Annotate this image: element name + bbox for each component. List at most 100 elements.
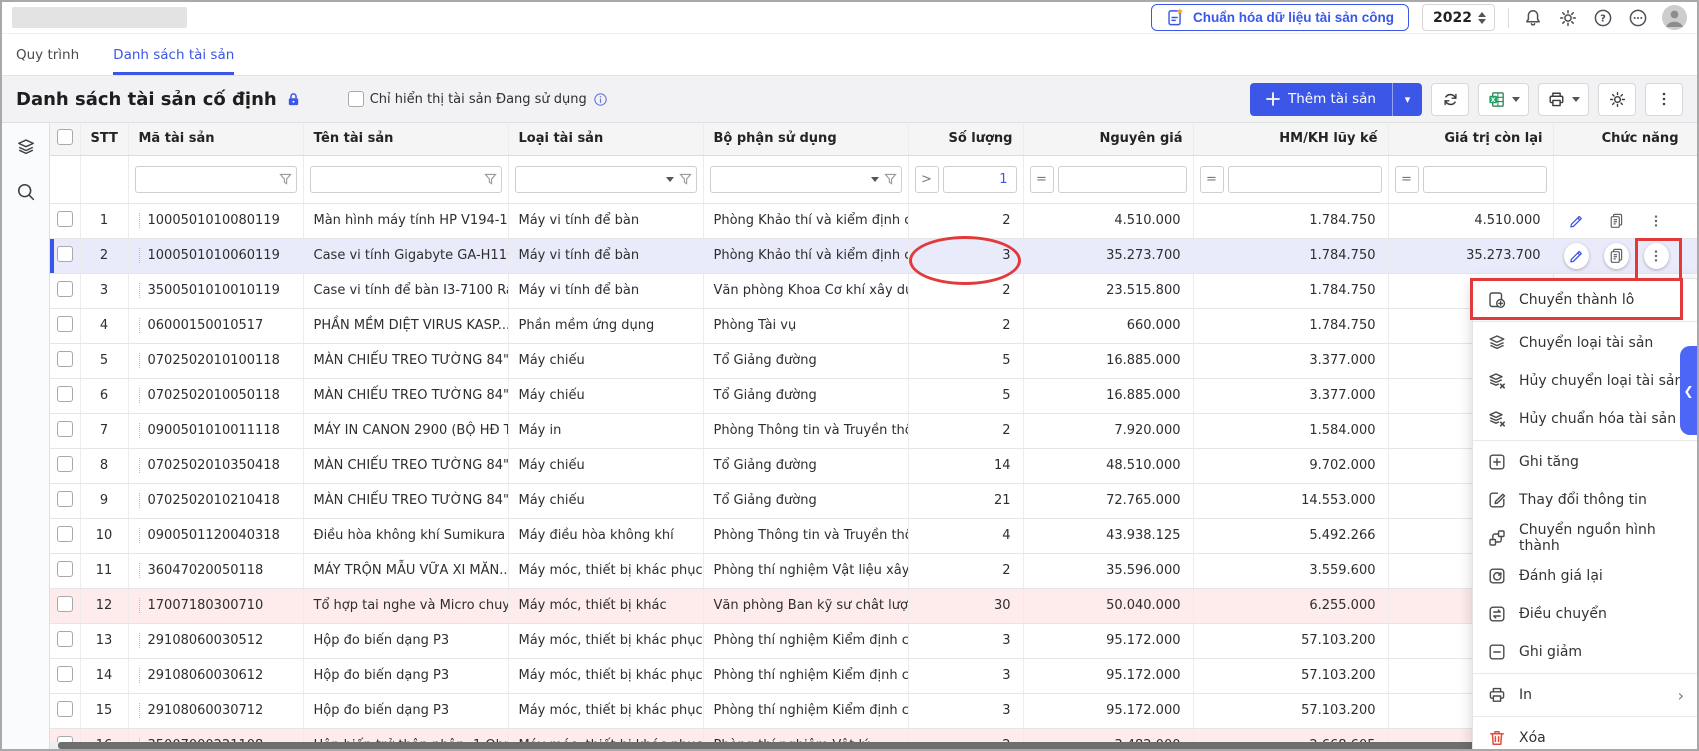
row-checkbox[interactable] xyxy=(57,526,73,542)
remaining-operator[interactable]: = xyxy=(1395,166,1419,193)
table-row[interactable]: 6 0702502010050118 MÀN CHIẾU TREO TƯỜNG … xyxy=(50,378,1697,413)
table-row[interactable]: 10 0900501120040318 Điều hòa không khí S… xyxy=(50,518,1697,553)
column-header-cost[interactable]: Nguyên giá xyxy=(1023,123,1193,155)
tab-quy-trinh[interactable]: Quy trình xyxy=(16,34,79,75)
tab-danh-sach-tai-san[interactable]: Danh sách tài sản xyxy=(113,34,234,75)
notifications-bell-icon[interactable] xyxy=(1522,7,1544,29)
row-dept: Văn phòng Khoa Cơ khí xây dự... xyxy=(703,273,908,308)
scrollbar-thumb[interactable] xyxy=(58,742,1685,749)
horizontal-scrollbar[interactable] xyxy=(50,742,1697,749)
more-horizontal-icon[interactable] xyxy=(1627,7,1649,29)
table-row[interactable]: 12 17007180300710 Tổ hợp tai nghe và Mic… xyxy=(50,588,1697,623)
table-row[interactable]: 7 0900501010011118 MÁY IN CANON 2900 (BỘ… xyxy=(50,413,1697,448)
column-header-name[interactable]: Tên tài sản xyxy=(303,123,508,155)
refresh-button[interactable] xyxy=(1431,83,1469,116)
table-row[interactable]: 2 1000501010060119 Case vi tính Gigabyte… xyxy=(50,238,1697,273)
column-header-qty[interactable]: Số lượng xyxy=(908,123,1023,155)
table-row[interactable]: 11 36047020050118 MÁY TRỘN MẪU VỮA XI MĂ… xyxy=(50,553,1697,588)
cost-operator[interactable]: = xyxy=(1030,166,1054,193)
table-row[interactable]: 9 0702502010210418 MÀN CHIẾU TREO TƯỜNG … xyxy=(50,483,1697,518)
chevron-down-icon[interactable] xyxy=(871,177,879,182)
row-checkbox[interactable] xyxy=(57,491,73,507)
settings-gear-icon[interactable] xyxy=(1557,7,1579,29)
filter-remaining-input[interactable] xyxy=(1423,166,1547,193)
context-menu-item[interactable]: Điều chuyển xyxy=(1473,595,1698,633)
column-header-type[interactable]: Loại tài sản xyxy=(508,123,703,155)
row-checkbox[interactable] xyxy=(57,211,73,227)
year-selector[interactable]: 2022 xyxy=(1422,4,1495,31)
context-menu-item[interactable]: Hủy chuyển loại tài sản xyxy=(1473,362,1698,400)
row-more-vertical-icon[interactable] xyxy=(1644,243,1669,269)
stepper-up-icon[interactable] xyxy=(1478,12,1486,17)
table-row[interactable]: 14 29108060030612 Hộp đo biến dạng P3 Má… xyxy=(50,658,1697,693)
context-menu-item[interactable]: Ghi giảm xyxy=(1473,633,1698,671)
select-all-checkbox[interactable] xyxy=(57,129,73,145)
table-row[interactable]: 4 06000150010517 PHẦN MỀM DIỆT VIRUS KAS… xyxy=(50,308,1697,343)
context-menu-item[interactable]: Thay đổi thông tin xyxy=(1473,481,1698,519)
filter-qty-input[interactable] xyxy=(943,166,1017,193)
row-checkbox[interactable] xyxy=(57,246,73,262)
chevron-down-icon[interactable] xyxy=(666,177,674,182)
standardize-data-button[interactable]: Chuẩn hóa dữ liệu tài sản công xyxy=(1151,4,1409,31)
edit-pencil-icon[interactable] xyxy=(1564,208,1589,234)
column-header-accum[interactable]: HM/KH lũy kế xyxy=(1193,123,1388,155)
row-cost: 35.596.000 xyxy=(1023,553,1193,588)
row-checkbox[interactable] xyxy=(57,561,73,577)
print-button[interactable] xyxy=(1538,83,1589,116)
add-asset-button[interactable]: Thêm tài sản xyxy=(1250,83,1393,116)
copy-pages-icon[interactable] xyxy=(1604,243,1629,269)
row-checkbox[interactable] xyxy=(57,666,73,682)
row-checkbox[interactable] xyxy=(57,631,73,647)
column-header-remaining[interactable]: Giá trị còn lại xyxy=(1388,123,1553,155)
row-checkbox[interactable] xyxy=(57,421,73,437)
row-checkbox[interactable] xyxy=(57,316,73,332)
row-checkbox[interactable] xyxy=(57,456,73,472)
context-menu-item[interactable]: Chuyển nguồn hình thành xyxy=(1473,519,1698,557)
row-checkbox[interactable] xyxy=(57,596,73,612)
row-qty: 2 xyxy=(908,413,1023,448)
stepper-down-icon[interactable] xyxy=(1478,19,1486,24)
table-row[interactable]: 13 29108060030512 Hộp đo biến dạng P3 Má… xyxy=(50,623,1697,658)
show-in-use-checkbox[interactable] xyxy=(348,91,364,107)
row-checkbox[interactable] xyxy=(57,351,73,367)
accum-operator[interactable]: = xyxy=(1200,166,1224,193)
edit-pencil-icon[interactable] xyxy=(1564,243,1589,269)
copy-pages-icon[interactable] xyxy=(1604,208,1629,234)
more-options-button[interactable] xyxy=(1645,83,1683,116)
filter-accum-input[interactable] xyxy=(1228,166,1382,193)
context-menu-item[interactable]: Xóa xyxy=(1473,719,1698,751)
context-menu-item[interactable]: Chuyển thành lô xyxy=(1473,281,1698,319)
table-row[interactable]: 5 0702502010100118 MÀN CHIẾU TREO TƯỜNG … xyxy=(50,343,1697,378)
filter-code-input[interactable] xyxy=(135,166,297,193)
filter-cost-input[interactable] xyxy=(1058,166,1187,193)
add-asset-split-button[interactable]: Thêm tài sản ▾ xyxy=(1250,83,1422,116)
qty-operator[interactable]: > xyxy=(915,166,939,193)
row-checkbox[interactable] xyxy=(57,701,73,717)
context-menu-item[interactable]: Ghi tăng xyxy=(1473,443,1698,481)
context-menu-item[interactable]: In› xyxy=(1473,676,1698,714)
info-icon[interactable] xyxy=(593,92,608,107)
search-icon[interactable] xyxy=(15,181,37,203)
year-stepper[interactable] xyxy=(1478,12,1486,24)
column-header-stt[interactable]: STT xyxy=(80,123,128,155)
export-excel-button[interactable]: X xyxy=(1478,83,1529,116)
column-header-dept[interactable]: Bộ phận sử dụng xyxy=(703,123,908,155)
row-checkbox[interactable] xyxy=(57,386,73,402)
table-settings-button[interactable] xyxy=(1598,83,1636,116)
context-menu-item[interactable]: Hủy chuẩn hóa tài sản xyxy=(1473,400,1698,438)
table-row[interactable]: 15 29108060030712 Hộp đo biến dạng P3 Má… xyxy=(50,693,1697,728)
user-avatar[interactable] xyxy=(1662,5,1687,30)
filter-name-input[interactable] xyxy=(310,166,502,193)
add-asset-dropdown[interactable]: ▾ xyxy=(1393,83,1422,116)
table-row[interactable]: 1 1000501010080119 Màn hình máy tính HP … xyxy=(50,203,1697,238)
help-icon[interactable]: ? xyxy=(1592,7,1614,29)
context-menu-item[interactable]: Chuyển loại tài sản xyxy=(1473,324,1698,362)
context-menu-item[interactable]: Đánh giá lại xyxy=(1473,557,1698,595)
table-row[interactable]: 8 0702502010350418 MÀN CHIẾU TREO TƯỜNG … xyxy=(50,448,1697,483)
row-checkbox[interactable] xyxy=(57,281,73,297)
layers-view-icon[interactable] xyxy=(15,137,37,159)
collapse-panel-tab[interactable]: ❮ xyxy=(1680,346,1697,435)
column-header-code[interactable]: Mã tài sản xyxy=(128,123,303,155)
row-more-vertical-icon[interactable] xyxy=(1644,208,1669,234)
table-row[interactable]: 3 3500501010010119 Case vi tính để bàn I… xyxy=(50,273,1697,308)
